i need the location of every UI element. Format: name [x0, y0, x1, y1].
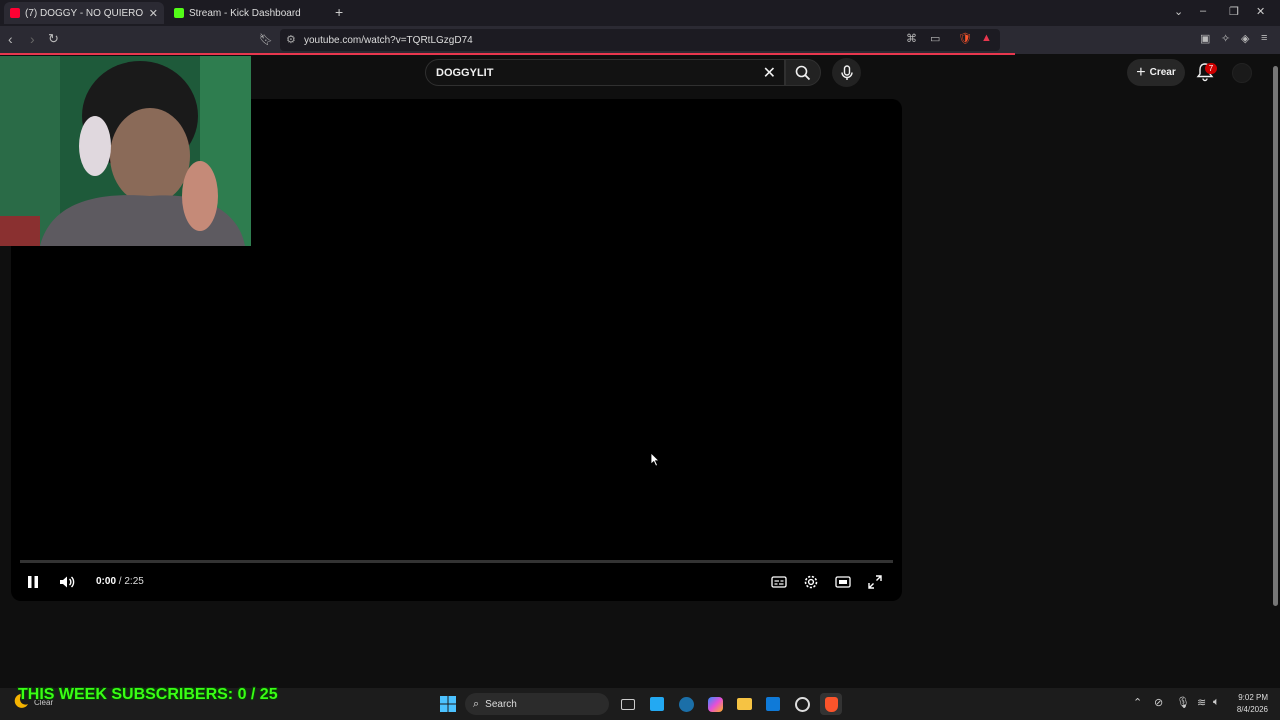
create-label: Crear [1149, 67, 1176, 78]
settings-button[interactable] [801, 572, 821, 592]
tab-list-icon[interactable]: ⌄ [1174, 5, 1183, 18]
tab-title: Stream - Kick Dashboard [189, 7, 301, 19]
duration: / 2:25 [118, 576, 144, 587]
video-progress-bar[interactable] [20, 560, 893, 563]
scrollbar-thumb[interactable] [1273, 66, 1278, 606]
vpn-icon[interactable]: ◈ [1241, 32, 1249, 45]
minimize-icon[interactable]: – [1200, 5, 1206, 17]
network-off-icon[interactable]: ⊘ [1154, 696, 1163, 709]
brave-browser-icon[interactable] [820, 693, 842, 715]
wallet-icon[interactable]: ▣ [1200, 32, 1210, 45]
clock-date: 8/4/2026 [1236, 705, 1268, 714]
time-display: 0:00 / 2:25 [96, 576, 144, 587]
bookmark-icon[interactable]: 🔖︎ [259, 33, 273, 46]
kick-favicon-icon [174, 8, 184, 18]
streamer-webcam-image [0, 56, 251, 246]
brave-rewards-icon[interactable]: ▲ [981, 32, 992, 44]
volume-icon [60, 576, 75, 588]
subscriber-goal-overlay: THIS WEEK SUBSCRIBERS: 0 / 25 [18, 686, 278, 703]
plus-icon: + [1136, 63, 1146, 81]
pause-button[interactable] [23, 572, 43, 592]
tab-title: (7) DOGGY - NO QUIERO OTRA [25, 7, 145, 19]
cast-icon[interactable]: ▭ [930, 32, 940, 45]
tab-youtube[interactable]: (7) DOGGY - NO QUIERO OTRA ✕ [4, 2, 164, 24]
theater-mode-icon [835, 576, 851, 588]
restore-icon[interactable]: ❐ [1229, 5, 1239, 18]
captions-icon [771, 576, 787, 588]
page-load-progress [0, 53, 1015, 55]
windows-logo-icon [440, 696, 456, 712]
microphone-icon[interactable]: 🎙︎ [1176, 696, 1190, 709]
tab-kick-dashboard[interactable]: Stream - Kick Dashboard [168, 2, 328, 24]
taskbar-search[interactable]: ⌕ Search [465, 693, 609, 715]
speaker-icon[interactable]: 🔈︎ [1213, 696, 1220, 709]
vscode-icon[interactable] [646, 693, 668, 715]
task-view-icon[interactable] [617, 693, 639, 715]
forward-icon[interactable]: › [30, 31, 35, 47]
reload-icon[interactable]: ↻ [48, 31, 59, 47]
search-box[interactable]: DOGGYLIT ✕ [425, 59, 785, 86]
clock-time: 9:02 PM [1238, 693, 1268, 702]
menu-icon[interactable]: ≡ [1261, 32, 1267, 44]
copilot-icon[interactable] [704, 693, 726, 715]
browser-toolbar: ‹ › ↻ 🔖︎ ⚙︎ youtube.com/watch?v=TQRtLGzg… [0, 26, 1280, 54]
current-time: 0:00 [96, 576, 117, 587]
gear-icon [804, 575, 818, 589]
microphone-icon [840, 64, 853, 80]
mute-button[interactable] [57, 572, 77, 592]
new-tab-icon[interactable]: + [335, 4, 343, 20]
file-explorer-icon[interactable] [733, 693, 755, 715]
search-icon [795, 65, 811, 80]
search-button[interactable] [785, 59, 821, 86]
url-text: youtube.com/watch?v=TQRtLGzgD74 [304, 34, 473, 46]
brave-shields-icon[interactable]: 🛡︎ [958, 32, 972, 45]
fullscreen-button[interactable] [865, 572, 885, 592]
browser-titlebar: (7) DOGGY - NO QUIERO OTRA ✕ Stream - Ki… [0, 0, 1280, 26]
theater-mode-button[interactable] [833, 572, 853, 592]
back-icon[interactable]: ‹ [8, 31, 13, 47]
start-button[interactable] [437, 693, 459, 715]
clear-search-icon[interactable]: ✕ [763, 63, 776, 83]
mouse-cursor-icon [650, 452, 660, 467]
site-info-icon[interactable]: ⚙︎ [286, 33, 296, 46]
avatar[interactable] [1232, 63, 1252, 83]
pause-icon [28, 576, 38, 588]
webcam-overlay [0, 56, 251, 246]
page-scrollbar[interactable] [1270, 56, 1280, 688]
taskbar-search-label: Search [485, 698, 517, 710]
fullscreen-icon [868, 575, 882, 589]
voice-search-button[interactable] [832, 58, 861, 87]
steam-icon[interactable] [675, 693, 697, 715]
wifi-icon[interactable]: ≋ [1197, 696, 1206, 709]
notification-count-badge: 7 [1205, 63, 1217, 74]
create-button[interactable]: + Crear [1127, 59, 1185, 86]
tab-close-icon[interactable]: ✕ [149, 7, 158, 20]
close-window-icon[interactable]: ✕ [1256, 5, 1265, 18]
clock[interactable]: 9:02 PM 8/4/2026 [1228, 692, 1268, 716]
search-input[interactable]: DOGGYLIT [436, 67, 763, 79]
search-icon: ⌕ [473, 697, 480, 710]
obs-icon[interactable] [791, 693, 813, 715]
address-bar[interactable]: ⚙︎ youtube.com/watch?v=TQRtLGzgD74 [280, 29, 1000, 51]
microsoft-store-icon[interactable] [762, 693, 784, 715]
translate-icon[interactable]: ⌘ [906, 32, 917, 45]
tray-overflow-icon[interactable]: ⌃ [1133, 696, 1142, 709]
youtube-favicon-icon [10, 8, 20, 18]
subtitles-button[interactable] [769, 572, 789, 592]
leo-ai-icon[interactable]: ✧ [1221, 32, 1230, 45]
